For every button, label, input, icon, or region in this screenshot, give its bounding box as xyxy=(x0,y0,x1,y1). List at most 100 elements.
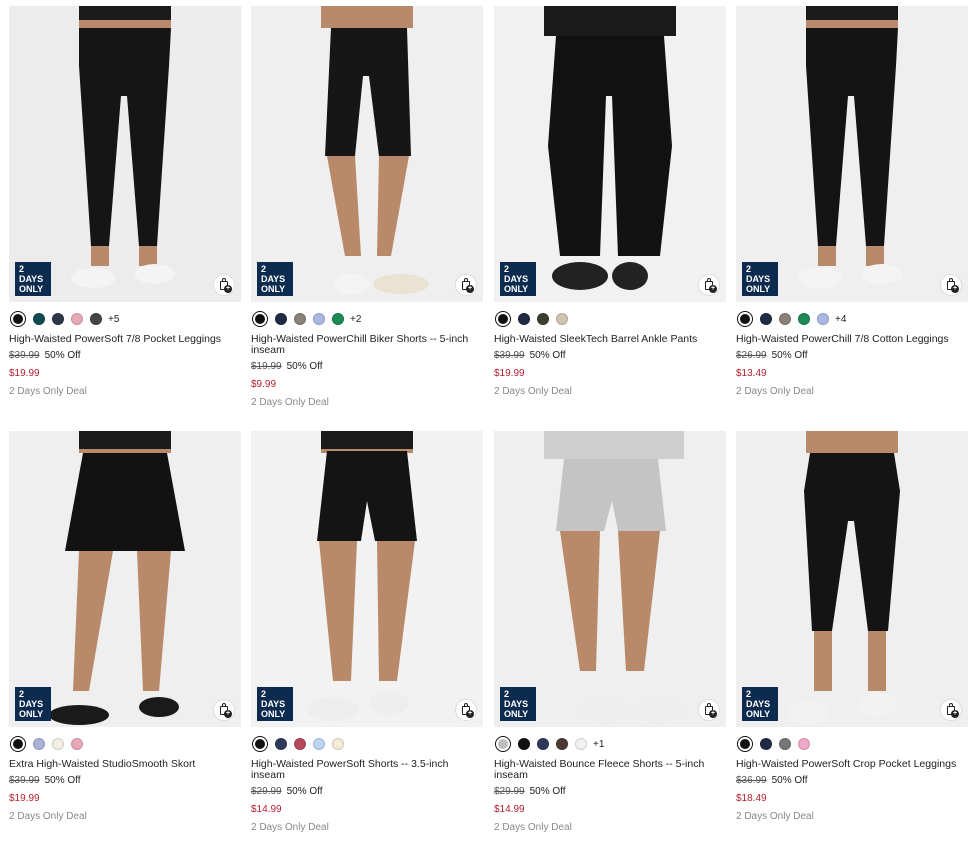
product-name[interactable]: High-Waisted SleekTech Barrel Ankle Pant… xyxy=(494,334,726,345)
color-swatch[interactable] xyxy=(537,313,549,325)
color-swatch[interactable] xyxy=(556,738,568,750)
product-card[interactable]: 2 DAYS ONLY + +1 High-Waisted Bounce Fle… xyxy=(494,431,726,834)
color-swatch[interactable] xyxy=(575,738,587,750)
product-card[interactable]: 2 DAYS ONLY + Extra High-Waisted StudioS… xyxy=(9,431,241,823)
color-swatch-selected[interactable] xyxy=(10,736,26,752)
discount-label: 50% Off xyxy=(44,350,81,361)
color-swatch[interactable] xyxy=(275,313,287,325)
product-name[interactable]: High-Waisted PowerSoft Crop Pocket Leggi… xyxy=(736,759,968,770)
product-name[interactable]: High-Waisted PowerChill 7/8 Cotton Leggi… xyxy=(736,334,968,345)
deal-badge: 2 DAYS ONLY xyxy=(742,687,778,721)
add-to-bag-icon[interactable]: + xyxy=(213,699,235,721)
more-colors-link[interactable]: +2 xyxy=(350,314,361,325)
add-to-bag-icon[interactable]: + xyxy=(455,274,477,296)
add-to-bag-icon[interactable]: + xyxy=(940,699,962,721)
color-swatches xyxy=(9,735,241,753)
more-colors-link[interactable]: +1 xyxy=(593,739,604,750)
product-card[interactable]: 2 DAYS ONLY + +5 High-Waisted PowerSoft … xyxy=(9,6,241,398)
sale-price: $19.99 xyxy=(9,793,40,804)
original-price: $36.99 xyxy=(736,775,767,786)
product-image[interactable]: 2 DAYS ONLY + xyxy=(251,431,483,727)
discount-label: 50% Off xyxy=(286,786,323,797)
deal-label: 2 Days Only Deal xyxy=(9,386,87,397)
add-to-bag-icon[interactable]: + xyxy=(698,274,720,296)
color-swatch[interactable] xyxy=(294,738,306,750)
color-swatch-selected[interactable] xyxy=(495,311,511,327)
product-name[interactable]: High-Waisted PowerSoft Shorts -- 3.5-inc… xyxy=(251,759,483,781)
product-image[interactable]: 2 DAYS ONLY + xyxy=(9,6,241,302)
original-price: $29.99 xyxy=(494,786,525,797)
product-name[interactable]: Extra High-Waisted StudioSmooth Skort xyxy=(9,759,241,770)
product-image[interactable]: 2 DAYS ONLY + xyxy=(494,6,726,302)
sale-price: $18.49 xyxy=(736,793,767,804)
color-swatch[interactable] xyxy=(332,738,344,750)
product-image[interactable]: 2 DAYS ONLY + xyxy=(494,431,726,727)
deal-label: 2 Days Only Deal xyxy=(736,386,814,397)
color-swatch-selected[interactable] xyxy=(737,311,753,327)
color-swatch[interactable] xyxy=(71,738,83,750)
discount-label: 50% Off xyxy=(44,775,81,786)
color-swatch[interactable] xyxy=(33,313,45,325)
color-swatch[interactable] xyxy=(760,313,772,325)
color-swatch[interactable] xyxy=(313,738,325,750)
product-card[interactable]: 2 DAYS ONLY + High-Waisted PowerSoft Cro… xyxy=(736,431,968,823)
deal-badge: 2 DAYS ONLY xyxy=(500,262,536,296)
price-row: $19.99 50% Off xyxy=(251,361,483,373)
add-to-bag-icon[interactable]: + xyxy=(698,699,720,721)
discount-label: 50% Off xyxy=(529,350,566,361)
color-swatch[interactable] xyxy=(52,738,64,750)
color-swatch[interactable] xyxy=(518,313,530,325)
color-swatch[interactable] xyxy=(556,313,568,325)
deal-badge: 2 DAYS ONLY xyxy=(742,262,778,296)
discount-label: 50% Off xyxy=(771,350,808,361)
product-image[interactable]: 2 DAYS ONLY + xyxy=(736,431,968,727)
price-row: $39.99 50% Off xyxy=(9,350,241,362)
product-card[interactable]: 2 DAYS ONLY + +4 High-Waisted PowerChill… xyxy=(736,6,968,398)
product-grid: 2 DAYS ONLY + +5 High-Waisted PowerSoft … xyxy=(0,0,978,853)
color-swatch[interactable] xyxy=(71,313,83,325)
color-swatch[interactable] xyxy=(798,313,810,325)
product-card[interactable]: 2 DAYS ONLY + High-Waisted SleekTech Bar… xyxy=(494,6,726,398)
color-swatch[interactable] xyxy=(817,313,829,325)
color-swatch[interactable] xyxy=(760,738,772,750)
more-colors-link[interactable]: +5 xyxy=(108,314,119,325)
deal-label: 2 Days Only Deal xyxy=(736,811,814,822)
add-to-bag-icon[interactable]: + xyxy=(455,699,477,721)
color-swatch[interactable] xyxy=(33,738,45,750)
product-name[interactable]: High-Waisted Bounce Fleece Shorts -- 5-i… xyxy=(494,759,726,781)
more-colors-link[interactable]: +4 xyxy=(835,314,846,325)
product-card[interactable]: 2 DAYS ONLY + +2 High-Waisted PowerChill… xyxy=(251,6,483,409)
price-row: $29.99 50% Off xyxy=(251,786,483,798)
product-card[interactable]: 2 DAYS ONLY + High-Waisted PowerSoft Sho… xyxy=(251,431,483,834)
price-row: $39.99 50% Off xyxy=(494,350,726,362)
product-name[interactable]: High-Waisted PowerSoft 7/8 Pocket Leggin… xyxy=(9,334,241,345)
color-swatches: +1 xyxy=(494,735,726,753)
color-swatch[interactable] xyxy=(798,738,810,750)
deal-badge: 2 DAYS ONLY xyxy=(15,262,51,296)
original-price: $19.99 xyxy=(251,361,282,372)
color-swatch-selected[interactable] xyxy=(737,736,753,752)
color-swatches: +2 xyxy=(251,310,483,328)
color-swatch[interactable] xyxy=(313,313,325,325)
product-image[interactable]: 2 DAYS ONLY + xyxy=(736,6,968,302)
product-image[interactable]: 2 DAYS ONLY + xyxy=(9,431,241,727)
add-to-bag-icon[interactable]: + xyxy=(213,274,235,296)
color-swatch-selected[interactable] xyxy=(252,311,268,327)
color-swatch[interactable] xyxy=(779,738,791,750)
color-swatch-selected[interactable] xyxy=(252,736,268,752)
color-swatches xyxy=(251,735,483,753)
color-swatch-selected[interactable] xyxy=(495,736,511,752)
color-swatch[interactable] xyxy=(779,313,791,325)
color-swatch-selected[interactable] xyxy=(10,311,26,327)
color-swatch[interactable] xyxy=(52,313,64,325)
color-swatch[interactable] xyxy=(90,313,102,325)
color-swatch[interactable] xyxy=(518,738,530,750)
product-name[interactable]: High-Waisted PowerChill Biker Shorts -- … xyxy=(251,334,483,356)
color-swatch[interactable] xyxy=(537,738,549,750)
color-swatch[interactable] xyxy=(294,313,306,325)
product-image[interactable]: 2 DAYS ONLY + xyxy=(251,6,483,302)
color-swatch[interactable] xyxy=(275,738,287,750)
sale-price: $9.99 xyxy=(251,379,277,390)
add-to-bag-icon[interactable]: + xyxy=(940,274,962,296)
color-swatch[interactable] xyxy=(332,313,344,325)
